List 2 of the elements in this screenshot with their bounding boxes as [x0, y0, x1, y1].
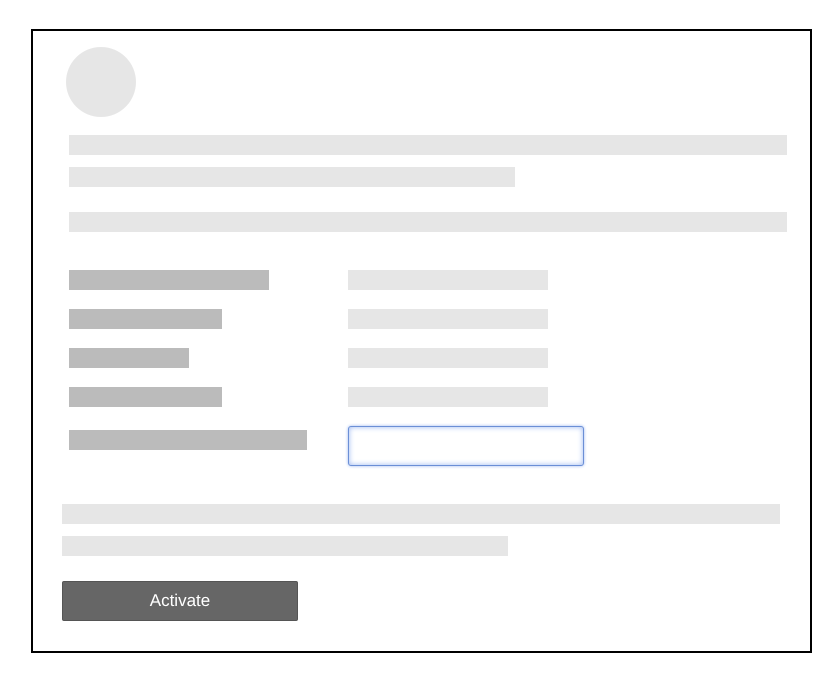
activate-button[interactable]: Activate: [62, 581, 298, 621]
input-field[interactable]: [348, 426, 584, 466]
